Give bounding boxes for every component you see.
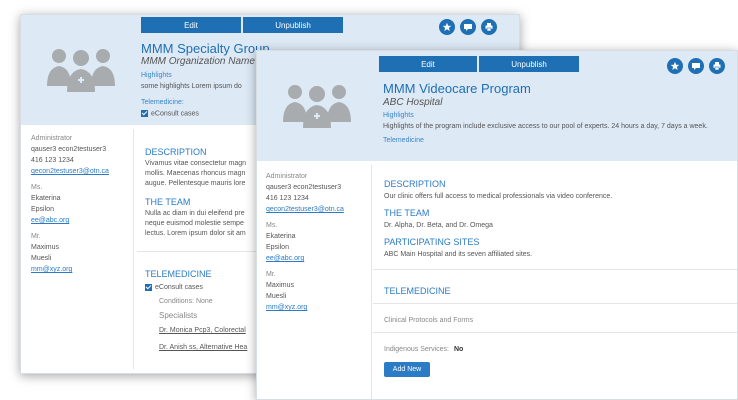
header-actions: [439, 19, 497, 35]
admin-email-link[interactable]: qecon2testuser3@otn.ca: [31, 168, 109, 175]
telemedicine-heading: TELEMEDICINE: [145, 269, 212, 279]
checkbox-icon[interactable]: [141, 110, 148, 117]
print-icon[interactable]: [709, 58, 725, 74]
contact2-email-link[interactable]: mm@xyz.org: [266, 304, 307, 311]
protocols-label: Clinical Protocols and Forms: [384, 317, 474, 324]
team-heading: THE TEAM: [145, 197, 191, 207]
admin-name: qauser3 econ2testuser3: [266, 184, 342, 191]
specialist-link[interactable]: Dr. Anish ss, Alternative Hea: [159, 343, 247, 353]
program-subtitle: ABC Hospital: [383, 97, 443, 108]
profile-header: Edit Unpublish MMM Videocare Program ABC…: [257, 51, 737, 161]
admin-name: qauser3 econ2testuser3: [31, 146, 107, 153]
description-line: mollis. Maecenas rhoncus magn: [145, 170, 246, 177]
edit-button[interactable]: Edit: [141, 17, 241, 33]
sites-text: ABC Main Hospital and its seven affiliat…: [384, 251, 533, 258]
specialists-label: Specialists: [159, 311, 198, 320]
indigenous-value: No: [453, 346, 464, 353]
contact2-email-link[interactable]: mm@xyz.org: [31, 266, 72, 273]
indigenous-row: Indigenous Services: No: [384, 345, 463, 355]
econsult-label: eConsult cases: [151, 110, 199, 118]
contact1-email-link[interactable]: ee@abc.org: [266, 255, 304, 262]
contact2-last: Muesli: [31, 255, 52, 262]
column-divider: [133, 129, 134, 369]
description-heading: DESCRIPTION: [145, 147, 207, 157]
contact2-role: Mr.: [31, 233, 41, 240]
group-avatar: [31, 29, 131, 109]
column-divider: [371, 165, 372, 399]
contact2-role: Mr.: [266, 271, 276, 278]
highlights-text: Highlights of the program include exclus…: [383, 123, 708, 130]
admin-phone: 416 123 1234: [31, 157, 74, 164]
team-heading: THE TEAM: [384, 208, 430, 218]
telemedicine-heading: TELEMEDICINE: [384, 286, 451, 296]
contact1-first: Ekaterina: [266, 233, 296, 240]
star-icon[interactable]: [439, 19, 455, 35]
team-line: lectus. Lorem ipsum dolor sit am: [145, 230, 246, 237]
telemedicine-label: Telemedicine:: [141, 99, 184, 106]
contacts-column: Administrator qauser3 econ2testuser3 416…: [266, 171, 366, 313]
chat-icon[interactable]: [688, 58, 704, 74]
contact2-first: Maximus: [31, 244, 60, 251]
indigenous-label: Indigenous Services:: [384, 346, 449, 353]
description-text: Our clinic offers full access to medical…: [384, 193, 613, 200]
highlights-label: Highlights: [383, 112, 414, 119]
highlights-text: some highlights Lorem ipsum do: [141, 83, 242, 90]
unpublish-button[interactable]: Unpublish: [479, 56, 579, 72]
action-bar: Edit Unpublish: [379, 56, 579, 72]
admin-role: Administrator: [31, 135, 73, 142]
print-icon[interactable]: [481, 19, 497, 35]
sites-heading: PARTICIPATING SITES: [384, 237, 480, 247]
description-heading: DESCRIPTION: [384, 179, 446, 189]
team-line: neque euismod molestie sempe: [145, 220, 244, 227]
section-divider: [373, 332, 737, 333]
team-text: Nulla ac diam in dui eleifend pre neque …: [145, 209, 246, 239]
admin-phone: 416 123 1234: [266, 195, 309, 202]
edit-button[interactable]: Edit: [379, 56, 477, 72]
contact2-first: Maximus: [266, 282, 295, 289]
team-line: Nulla ac diam in dui eleifend pre: [145, 210, 245, 217]
group-avatar: [267, 65, 367, 145]
econsult-item: eConsult cases: [141, 110, 199, 117]
conditions-label: Conditions: None: [159, 298, 213, 305]
header-actions: [667, 58, 725, 74]
checkbox-icon[interactable]: [145, 283, 152, 291]
add-new-button[interactable]: Add New: [384, 362, 430, 377]
org-title: MMM Specialty Group: [141, 41, 270, 56]
front-profile-card: Edit Unpublish MMM Videocare Program ABC…: [256, 50, 738, 400]
action-bar: Edit Unpublish: [141, 17, 343, 33]
admin-role: Administrator: [266, 173, 308, 180]
org-subtitle: MMM Organization Name: [141, 56, 255, 67]
contact1-role: Ms.: [31, 184, 43, 191]
section-divider: [373, 269, 737, 270]
unpublish-button[interactable]: Unpublish: [243, 17, 343, 33]
contact1-email-link[interactable]: ee@abc.org: [31, 217, 69, 224]
econsult-label: eConsult cases: [155, 284, 203, 291]
highlights-label: Highlights: [141, 72, 172, 79]
telemedicine-link[interactable]: Telemedicine: [383, 137, 424, 144]
description-line: Vivamus vitae consectetur magn: [145, 160, 247, 167]
admin-email-link[interactable]: qecon2testuser3@otn.ca: [266, 206, 344, 213]
people-group-icon: [47, 49, 115, 92]
chat-icon[interactable]: [460, 19, 476, 35]
contact1-role: Ms.: [266, 222, 278, 229]
section-divider: [373, 303, 737, 304]
contact2-last: Muesli: [266, 293, 287, 300]
team-text: Dr. Alpha, Dr. Beta, and Dr. Omega: [384, 222, 493, 229]
star-icon[interactable]: [667, 58, 683, 74]
program-title: MMM Videocare Program: [383, 81, 531, 96]
description-line: augue. Pellentesque mauris lore: [145, 180, 246, 187]
specialist-link[interactable]: Dr. Monica Pcp3, Colorectal: [159, 326, 246, 336]
contact1-first: Ekaterina: [31, 195, 61, 202]
contact1-last: Epsilon: [266, 244, 289, 251]
econsult-row: eConsult cases: [145, 283, 203, 293]
people-group-icon: [283, 85, 351, 128]
contacts-column: Administrator qauser3 econ2testuser3 416…: [31, 133, 131, 275]
description-text: Vivamus vitae consectetur magn mollis. M…: [145, 159, 246, 189]
contact1-last: Epsilon: [31, 206, 54, 213]
